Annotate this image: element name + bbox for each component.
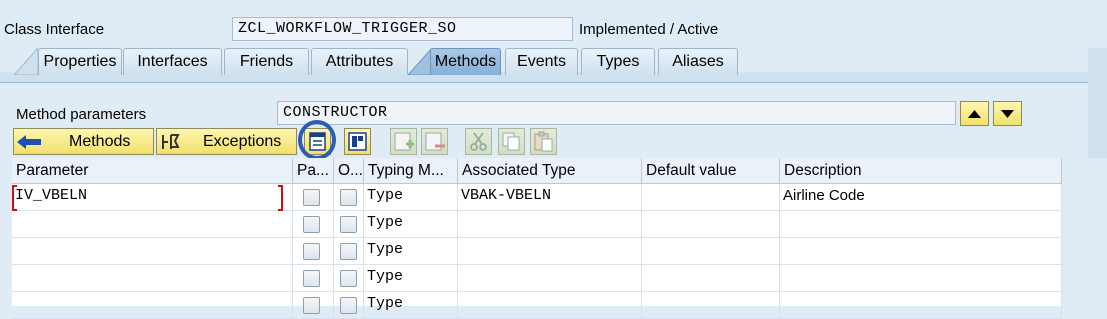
tab-attributes[interactable]: Attributes <box>311 48 408 75</box>
insert-row-button[interactable] <box>390 128 417 155</box>
tab-properties[interactable]: Properties <box>38 48 122 75</box>
typing-method-cell[interactable]: Type <box>364 184 458 211</box>
tab-friends[interactable]: Friends <box>224 48 309 75</box>
pass-by-value-checkbox[interactable] <box>303 216 320 233</box>
scissors-icon <box>470 132 487 151</box>
pass-by-value-cell <box>293 211 334 238</box>
paste-icon <box>534 131 553 152</box>
insert-row-icon <box>394 132 414 151</box>
cut-button[interactable] <box>465 128 492 155</box>
class-interface-label: Class Interface <box>4 21 105 38</box>
col-header-optional[interactable]: O... <box>334 158 364 184</box>
description-cell[interactable] <box>780 211 1062 238</box>
right-scroll-edge <box>1088 48 1107 158</box>
pass-by-value-checkbox[interactable] <box>303 270 320 287</box>
optional-cell <box>334 265 364 292</box>
next-method-button[interactable] <box>993 101 1022 126</box>
table-right-margin <box>1062 158 1107 306</box>
table-row[interactable]: Type <box>12 211 1062 238</box>
description-cell[interactable] <box>780 265 1062 292</box>
associated-type-cell[interactable]: VBAK-VBELN <box>458 184 642 211</box>
pass-by-value-cell <box>293 184 334 211</box>
exceptions-icon <box>162 134 180 149</box>
col-header-description[interactable]: Description <box>780 158 1062 184</box>
pass-by-value-cell <box>293 238 334 265</box>
default-value-cell[interactable] <box>642 211 780 238</box>
col-header-default-value[interactable]: Default value <box>642 158 780 184</box>
back-to-methods-button[interactable]: Methods <box>13 128 154 155</box>
previous-method-button[interactable] <box>960 101 989 126</box>
col-header-parameter[interactable]: Parameter <box>12 158 293 184</box>
tab-interfaces[interactable]: Interfaces <box>123 48 222 75</box>
pass-by-value-checkbox[interactable] <box>303 189 320 206</box>
table-row[interactable]: Type <box>12 238 1062 265</box>
parameter-cell[interactable] <box>12 265 293 292</box>
description-cell[interactable]: Airline Code <box>780 184 1062 211</box>
parameters-table: Parameter Pa... O... Typing M... Associa… <box>12 158 1062 319</box>
triangle-up-icon <box>968 110 981 118</box>
associated-type-cell[interactable] <box>458 211 642 238</box>
parameter-cell[interactable] <box>12 238 293 265</box>
default-value-cell[interactable] <box>642 238 780 265</box>
paste-button[interactable] <box>530 128 557 155</box>
optional-cell <box>334 184 364 211</box>
table-row[interactable]: Type <box>12 265 1062 292</box>
associated-type-cell[interactable] <box>458 265 642 292</box>
typing-method-cell[interactable]: Type <box>364 211 458 238</box>
exceptions-button[interactable]: Exceptions <box>156 128 297 155</box>
tabstrip-left-edge <box>14 48 38 75</box>
optional-cell <box>334 211 364 238</box>
default-value-cell[interactable] <box>642 265 780 292</box>
parameter-cell[interactable] <box>12 211 293 238</box>
active-tab-left-edge <box>408 48 432 75</box>
col-header-pass-by-value[interactable]: Pa... <box>293 158 334 184</box>
typing-method-cell[interactable]: Type <box>364 238 458 265</box>
tab-events[interactable]: Events <box>505 48 578 75</box>
method-name-field[interactable]: CONSTRUCTOR <box>277 101 956 125</box>
optional-checkbox[interactable] <box>340 189 357 206</box>
tab-types[interactable]: Types <box>581 48 655 75</box>
default-value-cell[interactable] <box>642 184 780 211</box>
optional-checkbox[interactable] <box>340 270 357 287</box>
pass-by-value-cell <box>293 265 334 292</box>
associated-type-cell[interactable] <box>458 238 642 265</box>
cell-focus-brackets <box>12 185 283 211</box>
optional-cell <box>334 238 364 265</box>
description-cell[interactable] <box>780 238 1062 265</box>
col-header-associated-type[interactable]: Associated Type <box>458 158 642 184</box>
triangle-down-icon <box>1001 110 1014 118</box>
method-parameters-label: Method parameters <box>16 106 147 123</box>
delete-row-icon <box>425 132 445 151</box>
status-text: Implemented / Active <box>579 21 719 38</box>
optional-checkbox[interactable] <box>340 216 357 233</box>
delete-row-button[interactable] <box>421 128 448 155</box>
arrow-left-icon <box>17 135 41 149</box>
tab-methods[interactable]: Methods <box>430 48 501 75</box>
tab-aliases[interactable]: Aliases <box>658 48 738 75</box>
methods-button-label: Methods <box>69 133 131 150</box>
exceptions-button-label: Exceptions <box>203 133 282 150</box>
source-code-button[interactable] <box>344 128 371 155</box>
col-header-typing-method[interactable]: Typing M... <box>364 158 458 184</box>
copy-button[interactable] <box>498 128 525 155</box>
optional-checkbox[interactable] <box>340 243 357 260</box>
highlight-circle <box>298 120 336 160</box>
source-code-icon <box>348 132 367 151</box>
class-name-field[interactable]: ZCL_WORKFLOW_TRIGGER_SO <box>232 17 573 41</box>
copy-icon <box>502 132 520 151</box>
pass-by-value-checkbox[interactable] <box>303 243 320 260</box>
typing-method-cell[interactable]: Type <box>364 265 458 292</box>
